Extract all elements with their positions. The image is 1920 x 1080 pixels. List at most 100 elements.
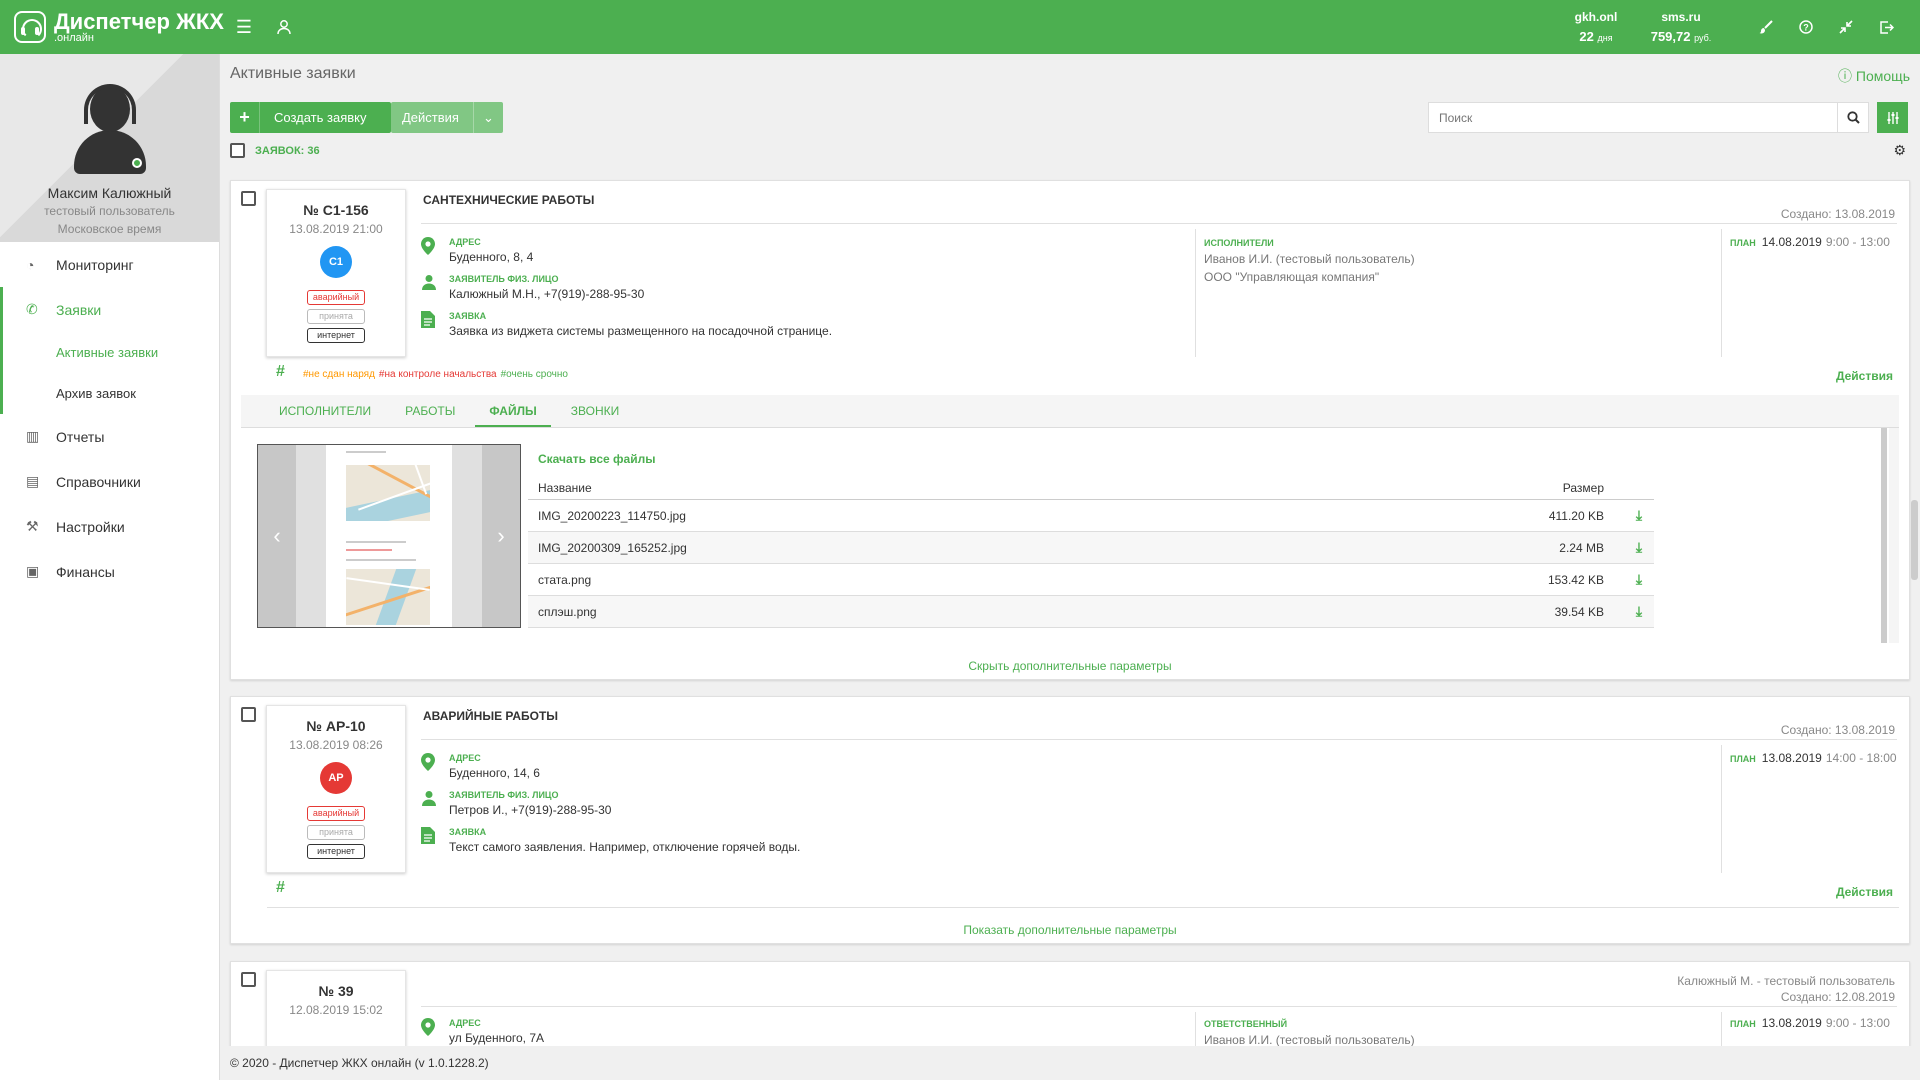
hashtag-icon[interactable]: #	[276, 879, 285, 897]
top-bar: Диспетчер ЖКХ .онлайн ☰ gkh.onl 22 дня s…	[0, 0, 1920, 54]
nav-monitoring[interactable]: ◔ Мониторинг	[0, 242, 219, 287]
files-table: Название Размер IMG_20200223_114750.jpg …	[528, 474, 1654, 628]
download-icon[interactable]: ⤓	[1624, 571, 1654, 588]
request-tile[interactable]: № С1-156 13.08.2019 21:00 С1 аварийный п…	[266, 189, 406, 357]
created-date: Создано: 13.08.2019	[1780, 207, 1895, 221]
request-checkbox[interactable]	[241, 972, 256, 987]
toggle-params-link[interactable]: Скрыть дополнительные параметры	[231, 659, 1909, 673]
column-name[interactable]: Название	[538, 481, 592, 495]
tab-executors[interactable]: ИСПОЛНИТЕЛИ	[265, 395, 385, 427]
nav-finances[interactable]: ▣ Финансы	[0, 549, 219, 594]
next-image-button[interactable]: ›	[482, 445, 520, 627]
nav-settings[interactable]: ⚒ Настройки	[0, 504, 219, 549]
hashtag[interactable]: #очень срочно	[501, 369, 568, 380]
collapse-icon[interactable]	[1826, 0, 1866, 54]
nav-archive[interactable]: Архив заявок	[3, 373, 219, 414]
executors-label: ИСПОЛНИТЕЛИ	[1204, 238, 1274, 248]
image-preview	[326, 445, 452, 627]
sms-balance[interactable]: sms.ru 759,72 руб.	[1636, 7, 1726, 48]
address-value[interactable]: Буденного, 14, 6	[449, 766, 540, 780]
address-value[interactable]: ул Буденного, 7А	[449, 1031, 544, 1045]
file-name[interactable]: IMG_20200309_165252.jpg	[538, 541, 1524, 555]
nav-finances-label: Финансы	[56, 563, 115, 580]
headset-logo-icon	[14, 11, 46, 43]
tab-works[interactable]: РАБОТЫ	[391, 395, 469, 427]
request-checkbox[interactable]	[241, 191, 256, 206]
question-icon[interactable]: ?	[1786, 0, 1826, 54]
main-content: Активные заявки ⓘ Помощь + Создать заявк…	[221, 54, 1920, 1080]
create-request-label: Создать заявку	[274, 110, 367, 125]
download-icon[interactable]: ⤓	[1624, 507, 1654, 524]
download-icon[interactable]: ⤓	[1624, 603, 1654, 620]
request-count: ЗАЯВОК: 36	[255, 144, 320, 157]
hashtag[interactable]: #на контроле начальства	[379, 369, 497, 380]
search-button[interactable]	[1838, 102, 1869, 133]
page-scrollbar[interactable]	[1911, 500, 1918, 580]
file-name[interactable]: стата.png	[538, 573, 1524, 587]
app-logo[interactable]: Диспетчер ЖКХ .онлайн	[14, 10, 224, 44]
card-actions-link[interactable]: Действия	[1836, 369, 1893, 383]
avatar	[70, 82, 150, 178]
address-label: АДРЕС	[449, 753, 481, 763]
file-name[interactable]: сплэш.png	[538, 605, 1524, 619]
nav-requests[interactable]: ✆ Заявки	[0, 287, 219, 332]
tab-calls[interactable]: ЗВОНКИ	[557, 395, 633, 427]
request-checkbox[interactable]	[241, 707, 256, 722]
plan-date: 13.08.2019	[1761, 751, 1822, 765]
filter-button[interactable]	[1877, 102, 1908, 133]
column-size[interactable]: Размер	[1563, 481, 1604, 495]
executor-item: ООО "Управляющая компания"	[1204, 270, 1380, 284]
help-link[interactable]: ⓘ Помощь	[1838, 66, 1910, 86]
plan-date: 13.08.2019	[1761, 1016, 1822, 1030]
files-table-header: Название Размер	[528, 474, 1654, 500]
toggle-params-link[interactable]: Показать дополнительные параметры	[231, 923, 1909, 937]
plan-label: ПЛАН	[1730, 1019, 1756, 1029]
nav-reports[interactable]: ▥ Отчеты	[0, 414, 219, 459]
brush-icon[interactable]	[1746, 0, 1786, 54]
request-text: Текст самого заявления. Например, отключ…	[449, 840, 801, 854]
address-field: АДРЕС ул Буденного, 7А	[421, 1018, 544, 1045]
chevron-down-icon: ⌄	[473, 102, 503, 133]
search-input[interactable]	[1429, 103, 1837, 132]
applicant-field: ЗАЯВИТЕЛЬ ФИЗ. ЛИЦО Петров И., +7(919)-28…	[421, 790, 611, 817]
prev-image-button[interactable]: ‹	[258, 445, 296, 627]
type-badge: АР	[320, 762, 352, 794]
nav-active-requests[interactable]: Активные заявки	[3, 332, 219, 373]
create-request-button[interactable]: + Создать заявку	[230, 102, 391, 133]
status-badge: интернет	[307, 328, 365, 343]
applicant-label: ЗАЯВИТЕЛЬ ФИЗ. ЛИЦО	[449, 790, 559, 800]
request-date: 13.08.2019 08:26	[289, 738, 383, 752]
download-icon[interactable]: ⤓	[1624, 539, 1654, 556]
request-category: САНТЕХНИЧЕСКИЕ РАБОТЫ	[423, 193, 595, 207]
file-name[interactable]: IMG_20200223_114750.jpg	[538, 509, 1524, 523]
nav-monitoring-label: Мониторинг	[56, 256, 134, 273]
sms-amount: 759,72	[1650, 28, 1691, 44]
search-field[interactable]	[1428, 102, 1838, 133]
map-pin-icon	[421, 237, 449, 264]
bulk-actions-button[interactable]: Действия ⌄	[391, 102, 503, 133]
sliders-icon	[1887, 111, 1898, 124]
user-profile[interactable]: Максим Калюжный тестовый пользователь Мо…	[0, 54, 219, 242]
user-icon[interactable]	[264, 0, 304, 54]
request-tile[interactable]: № АР-10 13.08.2019 08:26 АР аварийный пр…	[266, 705, 406, 873]
select-all-row: ЗАЯВОК: 36	[230, 143, 320, 158]
tab-files[interactable]: ФАЙЛЫ	[475, 395, 551, 427]
menu-icon[interactable]: ☰	[224, 0, 264, 54]
hashtag-icon[interactable]: #	[276, 363, 285, 381]
file-size: 39.54 KB	[1554, 604, 1604, 619]
profile-role: тестовый пользователь	[44, 204, 175, 218]
status-badge: принята	[307, 825, 365, 840]
hashtags: #не сдан наряд #на контроле начальства #оч…	[303, 369, 572, 380]
logout-icon[interactable]	[1866, 0, 1906, 54]
gkh-balance[interactable]: gkh.onl 22 дня	[1556, 7, 1636, 48]
help-label: Помощь	[1855, 68, 1910, 84]
request-label: ЗАЯВКА	[449, 311, 487, 321]
select-all-checkbox[interactable]	[230, 143, 245, 158]
files-scrollbar[interactable]	[1881, 428, 1887, 643]
hashtag[interactable]: #не сдан наряд	[303, 369, 375, 380]
download-all-link[interactable]: Скачать все файлы	[538, 452, 655, 466]
nav-directories[interactable]: ▤ Справочники	[0, 459, 219, 504]
address-value[interactable]: Буденного, 8, 4	[449, 250, 533, 264]
card-actions-link[interactable]: Действия	[1836, 885, 1893, 899]
gear-icon[interactable]: ⚙	[1893, 142, 1906, 159]
